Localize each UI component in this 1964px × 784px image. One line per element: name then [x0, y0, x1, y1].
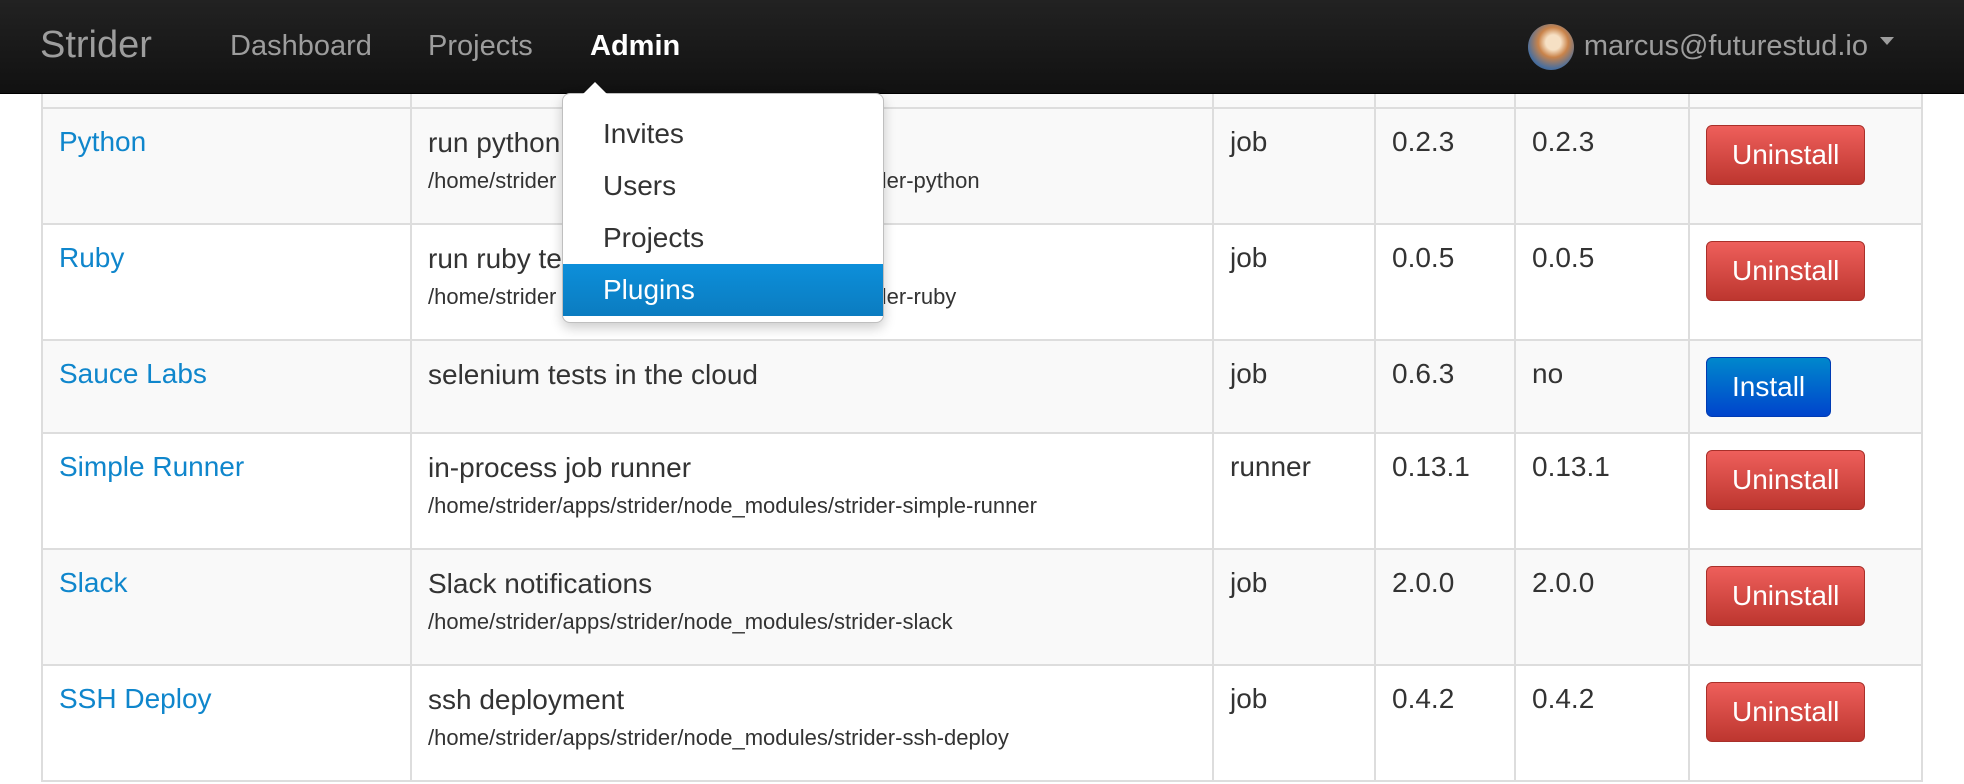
- plugin-installed-version: no: [1514, 339, 1690, 434]
- plugin-name-link[interactable]: SSH Deploy: [59, 683, 212, 714]
- plugin-installed-version: 0.2.3: [1514, 107, 1690, 225]
- dropdown-pointer: [583, 82, 607, 94]
- table-row: Sauce Labs selenium tests in the cloud j…: [41, 339, 1923, 434]
- plugin-type: job: [1212, 548, 1376, 666]
- uninstall-button[interactable]: Uninstall: [1706, 241, 1866, 301]
- nav-dashboard[interactable]: Dashboard: [230, 0, 372, 93]
- plugin-installed-version: 2.0.0: [1514, 548, 1690, 666]
- top-navbar: Strider Dashboard Projects Admin marcus@…: [0, 0, 1964, 94]
- plugins-table: Python run python /home/strider der-pytho…: [41, 93, 1923, 782]
- plugin-name-link[interactable]: Simple Runner: [59, 451, 244, 482]
- plugin-path: /home/strider/apps/strider/node_modules/…: [428, 609, 953, 634]
- nav-admin[interactable]: Admin: [590, 0, 680, 93]
- plugin-name-link[interactable]: Ruby: [59, 242, 124, 273]
- nav-projects[interactable]: Projects: [428, 0, 533, 93]
- plugin-installed-version: 0.4.2: [1514, 664, 1690, 782]
- table-row: SSH Deploy ssh deployment /home/strider/…: [41, 664, 1923, 782]
- install-button[interactable]: Install: [1706, 357, 1832, 417]
- plugin-type: job: [1212, 664, 1376, 782]
- plugin-description: selenium tests in the cloud: [428, 359, 758, 390]
- uninstall-button[interactable]: Uninstall: [1706, 450, 1866, 510]
- plugin-latest-version: 0.0.5: [1374, 223, 1516, 341]
- chevron-down-icon: [1880, 36, 1894, 45]
- uninstall-button[interactable]: Uninstall: [1706, 125, 1866, 185]
- table-row: Python run python /home/strider der-pytho…: [41, 107, 1923, 225]
- plugin-description: in-process job runner: [428, 452, 692, 483]
- plugin-description: Slack notifications: [428, 568, 653, 599]
- brand-logo[interactable]: Strider: [40, 0, 152, 93]
- table-row: Slack Slack notifications /home/strider/…: [41, 548, 1923, 666]
- plugin-type: job: [1212, 223, 1376, 341]
- menu-item-users[interactable]: Users: [563, 160, 883, 212]
- plugin-type: job: [1212, 107, 1376, 225]
- plugin-name-link[interactable]: Python: [59, 126, 146, 157]
- plugin-path: /home/strider/apps/strider/node_modules/…: [428, 493, 1037, 518]
- plugin-latest-version: 0.13.1: [1374, 432, 1516, 550]
- avatar: [1527, 23, 1574, 70]
- plugin-latest-version: 2.0.0: [1374, 548, 1516, 666]
- plugin-path: /home/strider/apps/strider/node_modules/…: [428, 725, 1009, 750]
- user-email: marcus@futurestud.io: [1583, 30, 1868, 62]
- menu-item-plugins[interactable]: Plugins: [563, 264, 883, 316]
- plugin-name-link[interactable]: Slack: [59, 567, 127, 598]
- plugin-type: runner: [1212, 432, 1376, 550]
- uninstall-button[interactable]: Uninstall: [1706, 682, 1866, 742]
- plugin-installed-version: 0.0.5: [1514, 223, 1690, 341]
- plugin-latest-version: 0.6.3: [1374, 339, 1516, 434]
- plugin-installed-version: 0.13.1: [1514, 432, 1690, 550]
- plugin-latest-version: 0.4.2: [1374, 664, 1516, 782]
- plugin-latest-version: 0.2.3: [1374, 107, 1516, 225]
- plugin-name-link[interactable]: Sauce Labs: [59, 358, 207, 389]
- admin-dropdown-menu: Invites Users Projects Plugins: [562, 82, 884, 323]
- uninstall-button[interactable]: Uninstall: [1706, 566, 1866, 626]
- table-row: Simple Runner in-process job runner /hom…: [41, 432, 1923, 550]
- table-row: Ruby run ruby te /home/strider der-ruby j…: [41, 223, 1923, 341]
- plugin-type: job: [1212, 339, 1376, 434]
- user-menu[interactable]: marcus@futurestud.io: [1527, 0, 1894, 93]
- table-row: [41, 93, 1923, 109]
- menu-item-invites[interactable]: Invites: [563, 108, 883, 160]
- menu-item-projects[interactable]: Projects: [563, 212, 883, 264]
- plugin-description: ssh deployment: [428, 684, 625, 715]
